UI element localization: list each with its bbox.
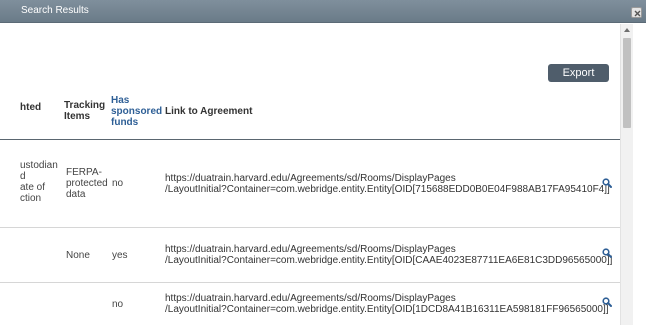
cell-text: FERPA-: [66, 167, 102, 178]
link-text: /LayoutInitial?Container=com.webridge.en…: [165, 255, 613, 266]
link-text: https://duatrain.harvard.edu/Agreements/…: [165, 293, 456, 304]
table-row: no https://duatrain.harvard.edu/Agreemen…: [0, 283, 620, 325]
table-row: None yes https://duatrain.harvard.edu/Ag…: [0, 228, 620, 282]
chevron-up-icon: [624, 28, 630, 32]
vertical-scrollbar[interactable]: [620, 24, 633, 325]
column-header-partial: hted: [20, 102, 42, 113]
cell-text: d: [20, 171, 26, 182]
cell-text: None: [66, 250, 90, 261]
agreement-link[interactable]: https://duatrain.harvard.edu/Agreements/…: [165, 293, 609, 315]
header-text: Items: [64, 111, 91, 122]
cell-text: data: [66, 189, 86, 200]
column-header-tracking-items[interactable]: Tracking Items: [64, 100, 105, 122]
tracking-items-cell: None: [66, 250, 90, 261]
magnifier-icon[interactable]: [602, 248, 612, 258]
agreement-link[interactable]: https://duatrain.harvard.edu/Agreements/…: [165, 173, 610, 195]
column-header-sponsored-funds[interactable]: Has sponsored funds: [111, 95, 162, 128]
column-header-link: Link to Agreement: [165, 106, 253, 117]
cell-text: protected: [66, 178, 108, 189]
cell-text: ustodian: [20, 160, 58, 171]
link-text: /LayoutInitial?Container=com.webridge.en…: [165, 304, 609, 315]
header-text: Has: [111, 95, 130, 106]
table-row: ustodian d ate of ction FERPA- protected…: [0, 140, 620, 227]
dialog-titlebar: Search Results: [0, 0, 646, 23]
link-text: https://duatrain.harvard.edu/Agreements/…: [165, 173, 456, 184]
magnifier-icon[interactable]: [602, 178, 612, 188]
magnifier-icon[interactable]: [602, 297, 612, 307]
tracking-items-cell: FERPA- protected data: [66, 167, 108, 200]
scroll-up-button[interactable]: [621, 24, 633, 36]
cell-text: ate of: [20, 182, 46, 193]
cell-text: ction: [20, 193, 42, 204]
close-icon: [634, 10, 641, 17]
results-panel: Export hted Tracking Items Has sponsored…: [0, 24, 620, 325]
scroll-thumb[interactable]: [623, 38, 631, 128]
link-text: /LayoutInitial?Container=com.webridge.en…: [165, 184, 610, 195]
close-button[interactable]: [631, 7, 642, 18]
sponsored-cell: no: [112, 299, 124, 310]
header-text: funds: [111, 117, 139, 128]
dialog-title: Search Results: [21, 5, 89, 16]
sponsored-cell: no: [112, 178, 124, 189]
agreement-link[interactable]: https://duatrain.harvard.edu/Agreements/…: [165, 244, 612, 266]
header-text: Tracking: [64, 100, 106, 111]
sponsored-cell: yes: [112, 250, 128, 261]
partial-cell: ustodian d ate of ction: [20, 160, 58, 204]
export-button[interactable]: Export: [548, 64, 609, 82]
link-text: https://duatrain.harvard.edu/Agreements/…: [165, 244, 456, 255]
header-text: sponsored: [111, 106, 163, 117]
